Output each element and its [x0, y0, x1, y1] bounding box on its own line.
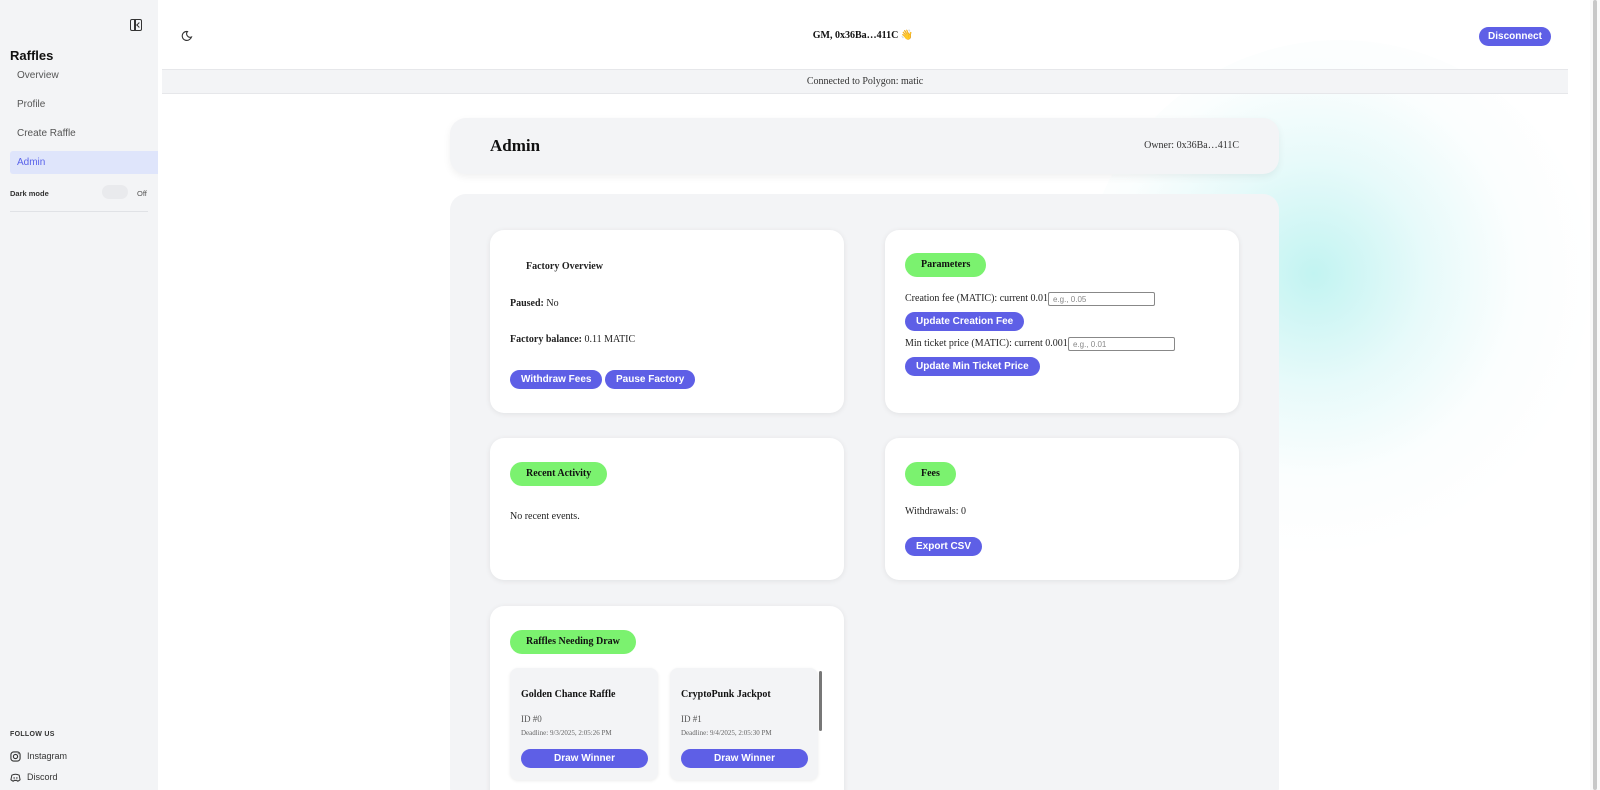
withdrawals-count: Withdrawals: 0: [905, 506, 966, 517]
raffle-name: CryptoPunk Jackpot: [681, 689, 771, 700]
dark-mode-toggle[interactable]: [102, 185, 128, 199]
connection-status: Connected to Polygon: matic: [162, 69, 1568, 94]
sidebar-divider: [10, 211, 148, 212]
discord-icon: [10, 773, 21, 782]
sidebar-item-profile[interactable]: Profile: [10, 93, 158, 116]
creation-fee-input[interactable]: [1048, 292, 1155, 306]
brand-title: Raffles: [10, 48, 54, 63]
social-label: Discord: [27, 772, 58, 782]
social-link-discord[interactable]: Discord: [10, 770, 58, 784]
balance-value: 0.11 MATIC: [584, 334, 636, 345]
follow-us-label: FOLLOW US: [10, 731, 55, 738]
raffle-id: ID #1: [681, 714, 702, 724]
sidebar-item-overview[interactable]: Overview: [10, 64, 158, 87]
recent-activity-empty: No recent events.: [510, 511, 580, 522]
raffle-deadline: Deadline: 9/4/2025, 2:05:30 PM: [681, 729, 772, 737]
raffle-deadline: Deadline: 9/3/2025, 2:05:26 PM: [521, 729, 612, 737]
paused-label: Paused:: [510, 298, 544, 309]
owner-address: Owner: 0x36Ba…411C: [1144, 140, 1239, 151]
recent-activity-card: [490, 438, 844, 580]
raffle-card: CryptoPunk Jackpot ID #1 Deadline: 9/4/2…: [670, 668, 818, 780]
fees-title: Fees: [905, 462, 956, 486]
social-link-instagram[interactable]: Instagram: [10, 749, 67, 763]
raffles-scrollbar[interactable]: [819, 671, 822, 731]
update-min-ticket-price-button[interactable]: Update Min Ticket Price: [905, 357, 1040, 376]
admin-header: Admin Owner: 0x36Ba…411C: [450, 118, 1279, 174]
paused-status: Paused: No: [510, 298, 559, 309]
greeting: GM, 0x36Ba…411C 👋: [812, 30, 914, 41]
raffles-needing-draw-title: Raffles Needing Draw: [510, 630, 636, 654]
raffle-id: ID #0: [521, 714, 542, 724]
parameters-title: Parameters: [905, 253, 987, 277]
raffle-name: Golden Chance Raffle: [521, 689, 616, 700]
disconnect-button[interactable]: Disconnect: [1479, 27, 1551, 46]
balance-label: Factory balance:: [510, 334, 582, 345]
min-ticket-price-label: Min ticket price (MATIC): current 0.001: [905, 338, 1068, 349]
draw-winner-button[interactable]: Draw Winner: [681, 749, 808, 768]
raffle-card: Golden Chance Raffle ID #0 Deadline: 9/3…: [510, 668, 658, 780]
min-ticket-price-input[interactable]: [1068, 337, 1175, 351]
page-scrollbar-thumb[interactable]: [1593, 0, 1597, 790]
instagram-icon: [10, 750, 21, 762]
update-creation-fee-button[interactable]: Update Creation Fee: [905, 312, 1025, 331]
pause-factory-button[interactable]: Pause Factory: [605, 370, 696, 389]
social-label: Instagram: [27, 751, 68, 761]
sidebar-item-admin[interactable]: Admin: [10, 151, 158, 174]
sidebar-item-create-raffle[interactable]: Create Raffle: [10, 122, 158, 145]
sidebar: Raffles Overview Profile Create Raffle A…: [0, 0, 158, 790]
factory-overview-title: Factory Overview: [526, 261, 603, 272]
factory-balance: Factory balance: 0.11 MATIC: [510, 334, 635, 345]
paused-value: No: [546, 298, 559, 309]
collapse-sidebar-icon[interactable]: [130, 19, 142, 31]
export-csv-button[interactable]: Export CSV: [905, 537, 983, 556]
draw-winner-button[interactable]: Draw Winner: [521, 749, 648, 768]
dark-mode-label: Dark mode: [10, 189, 49, 198]
dark-mode-state: Off: [137, 189, 147, 198]
creation-fee-label: Creation fee (MATIC): current 0.01: [905, 293, 1049, 304]
withdraw-fees-button[interactable]: Withdraw Fees: [510, 370, 603, 389]
page-title: Admin: [490, 136, 541, 155]
recent-activity-title: Recent Activity: [510, 462, 608, 486]
